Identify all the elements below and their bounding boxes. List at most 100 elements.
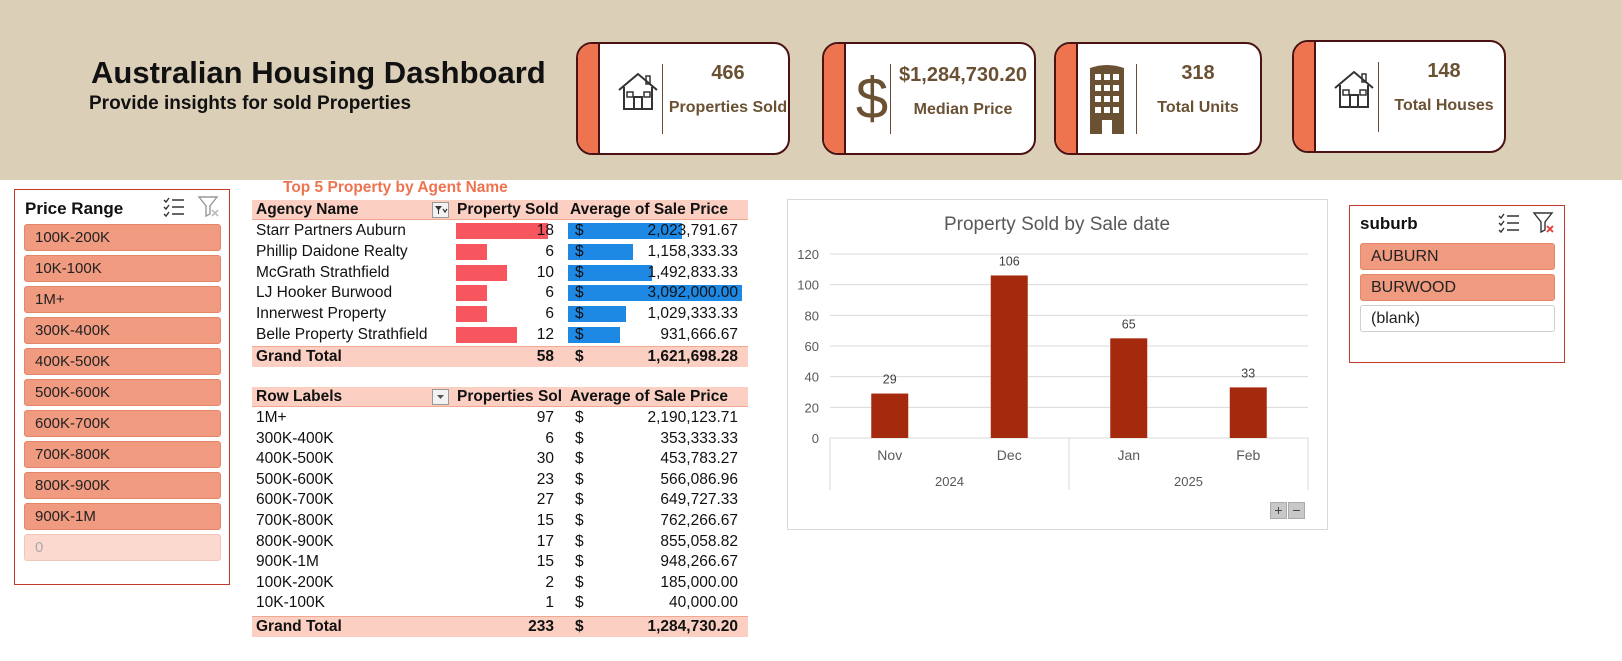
property-sold: 15 [536, 553, 554, 571]
currency-symbol: $ [575, 305, 584, 323]
agency-name: McGrath Strathfield [256, 263, 390, 281]
multi-select-icon[interactable] [1497, 212, 1521, 234]
chart-bar [990, 275, 1028, 438]
slicer-item[interactable]: AUBURN [1360, 243, 1555, 270]
average-price: 2,190,123.71 [647, 409, 738, 426]
currency-symbol: $ [575, 470, 584, 488]
agent-pivot-table: Agency Name Property Sold Average of Sal… [252, 200, 748, 370]
card-separator [662, 64, 663, 134]
slicer-item[interactable]: 0 [24, 534, 221, 561]
table-row: 1M+ 97 $2,190,123.71 [252, 408, 748, 428]
table-row: 100K-200K 2 $185,000.00 [252, 573, 748, 593]
data-label: 106 [999, 254, 1020, 268]
average-price: 453,783.27 [660, 450, 738, 468]
slicer-item[interactable]: 700K-800K [24, 441, 221, 468]
average-price: 931,666.67 [660, 326, 738, 343]
currency-symbol: $ [575, 491, 584, 509]
property-sold: 97 [536, 409, 554, 426]
slicer-item[interactable]: 300K-400K [24, 317, 221, 344]
filter-icon [435, 206, 448, 214]
property-sold: 6 [545, 429, 554, 447]
x-group-label: 2025 [1174, 474, 1203, 489]
property-sold: 6 [545, 284, 554, 302]
filter-dropdown-button[interactable] [432, 202, 449, 218]
average-price: 185,000.00 [660, 573, 738, 591]
slicer-item[interactable]: 10K-100K [24, 255, 221, 282]
agency-name: Innerwest Property [256, 305, 387, 323]
currency-symbol: $ [575, 512, 584, 529]
chart-plot: Property Sold by Sale date 0 20 40 60 80 100 12… [797, 214, 1309, 490]
suburb-slicer: suburb AUBURN BURWOOD (blank) [1349, 205, 1565, 363]
y-tick-label: 80 [805, 308, 819, 323]
table-header: Agency Name Property Sold Average of Sal… [252, 200, 748, 220]
average-price: 948,266.67 [660, 553, 738, 571]
total-label: Grand Total [256, 348, 342, 365]
table-row: 600K-700K 27 $649,727.33 [252, 490, 748, 510]
clear-filter-icon[interactable] [1532, 211, 1556, 235]
average-price: 649,727.33 [660, 491, 738, 509]
slicer-item[interactable]: (blank) [1360, 305, 1555, 332]
grand-total-row: Grand Total 233 $ 1,284,730.20 [252, 616, 748, 637]
price-range-label: 1M+ [256, 409, 287, 426]
agent-table-caption: Top 5 Property by Agent Name [283, 179, 508, 196]
card-separator [1136, 64, 1137, 134]
average-price: 2,023,791.67 [647, 222, 738, 239]
price-range-label: 100K-200K [256, 573, 334, 591]
property-sold: 10 [536, 263, 554, 281]
slicer-item[interactable]: 100K-200K [24, 224, 221, 251]
property-sold: 17 [536, 532, 554, 550]
kpi-label: Median Price [913, 101, 1013, 118]
x-tick-label: Nov [877, 447, 902, 463]
currency-symbol: $ [575, 326, 584, 343]
property-sold: 15 [536, 512, 554, 529]
slicer-title: Price Range [25, 199, 124, 218]
property-sold: 30 [536, 450, 554, 468]
row-labels-dropdown-button[interactable] [432, 389, 449, 405]
table-header: Row Labels Properties Sol Average of Sal… [252, 387, 748, 407]
average-price: 855,058.82 [660, 532, 738, 550]
price-range-label: 400K-500K [256, 450, 334, 468]
y-tick-label: 40 [805, 370, 819, 385]
total-currency: $ [575, 618, 584, 635]
column-header: Row Labels [256, 388, 343, 405]
table-row: 900K-1M 15 $948,266.67 [252, 552, 748, 572]
slicer-item[interactable]: BURWOOD [1360, 274, 1555, 301]
total-average: 1,284,730.20 [647, 618, 738, 635]
slicer-item[interactable]: 400K-500K [24, 348, 221, 375]
table-row: 500K-600K 23 $566,086.96 [252, 470, 748, 490]
clear-filter-icon[interactable] [197, 195, 221, 219]
slicer-item[interactable]: 1M+ [24, 286, 221, 313]
agency-name: Belle Property Strathfield [256, 326, 428, 343]
y-tick-label: 0 [812, 431, 819, 446]
property-sold: 1 [545, 594, 554, 612]
sales-chart[interactable]: Property Sold by Sale date 0 20 40 60 80 100 12… [787, 199, 1328, 530]
x-tick-label: Jan [1117, 447, 1140, 463]
currency-symbol: $ [575, 409, 584, 426]
table-row: 10K-100K 1 $40,000.00 [252, 593, 748, 613]
kpi-label: Total Houses [1394, 97, 1494, 114]
page-subtitle: Provide insights for sold Properties [89, 93, 412, 114]
data-bar [456, 285, 487, 302]
average-price: 762,266.67 [660, 512, 738, 529]
agency-name: Starr Partners Auburn [256, 222, 406, 239]
data-label: 29 [883, 373, 897, 387]
table-row: Innerwest Property 6 $1,029,333.33 [252, 304, 748, 324]
y-tick-label: 60 [805, 339, 819, 354]
column-header: Property Sold [457, 201, 559, 218]
slicer-item[interactable]: 600K-700K [24, 410, 221, 437]
slicer-item[interactable]: 500K-600K [24, 379, 221, 406]
collapse-button[interactable]: − [1288, 502, 1305, 519]
column-header: Agency Name [256, 201, 359, 218]
currency-symbol: $ [575, 532, 584, 550]
house-icon [618, 72, 658, 110]
table-row: Belle Property Strathfield 12 $931,666.67 [252, 325, 748, 345]
currency-symbol: $ [575, 263, 584, 281]
average-price: 1,158,333.33 [647, 242, 738, 260]
price-range-pivot-table: Row Labels Properties Sol Average of Sal… [252, 387, 748, 639]
expand-button[interactable]: + [1270, 502, 1287, 519]
price-range-label: 10K-100K [256, 594, 325, 612]
multi-select-icon[interactable] [162, 196, 186, 218]
slicer-item[interactable]: 900K-1M [24, 503, 221, 530]
average-price: 3,092,000.00 [647, 284, 738, 302]
slicer-item[interactable]: 800K-900K [24, 472, 221, 499]
